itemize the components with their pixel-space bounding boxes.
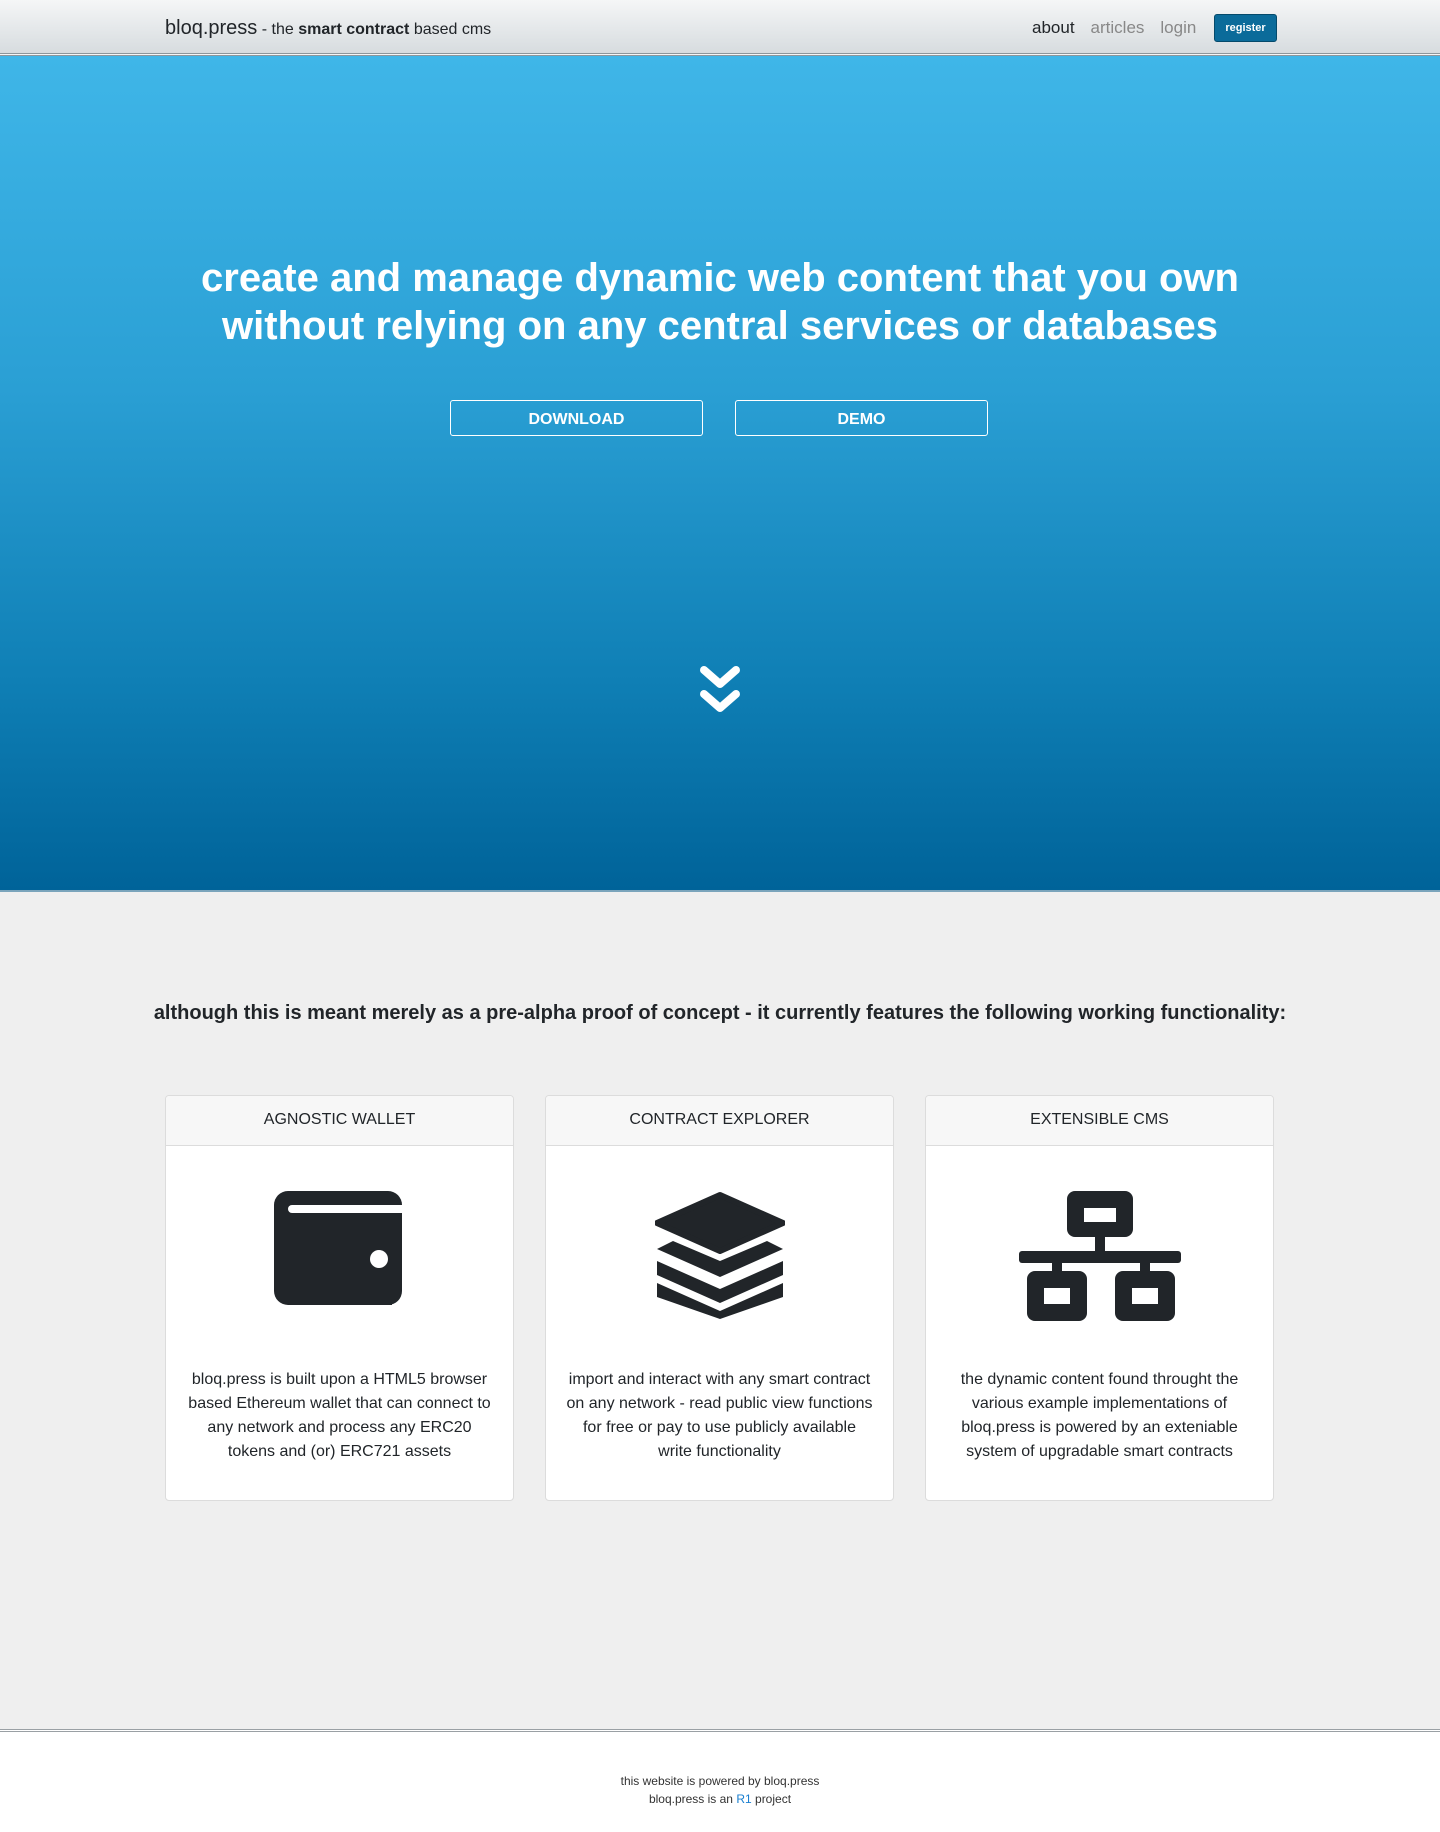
card-title: CONTRACT EXPLORER bbox=[546, 1096, 893, 1146]
feature-card-wallet: AGNOSTIC WALLET bloq.press is built upon… bbox=[165, 1095, 514, 1501]
register-button[interactable]: register bbox=[1214, 14, 1277, 42]
nav-links: about articles login register bbox=[1032, 14, 1277, 42]
footer-project-suffix: project bbox=[755, 1792, 792, 1806]
features-intro: although this is meant merely as a pre-a… bbox=[153, 1002, 1287, 1024]
hero-title: create and manage dynamic web content th… bbox=[180, 254, 1260, 350]
nav-link-articles[interactable]: articles bbox=[1091, 14, 1145, 42]
r1-link[interactable]: R1 bbox=[736, 1792, 751, 1806]
brand[interactable]: bloq.press - the smart contract based cm… bbox=[165, 17, 491, 40]
layers-icon bbox=[546, 1191, 893, 1331]
footer-project-prefix: bloq.press is an bbox=[648, 1792, 733, 1806]
brand-name: bloq.press bbox=[165, 17, 258, 39]
card-text: import and interact with any smart contr… bbox=[566, 1371, 873, 1460]
footer-powered-by: this website is powered by bloq.press bbox=[620, 1774, 820, 1788]
network-icon bbox=[926, 1191, 1273, 1331]
footer-project-line: bloq.press is an R1 project bbox=[0, 1792, 1440, 1806]
navbar: bloq.press - the smart contract based cm… bbox=[0, 0, 1440, 56]
card-title: EXTENSIBLE CMS bbox=[926, 1096, 1273, 1146]
card-text: bloq.press is built upon a HTML5 browser… bbox=[188, 1371, 491, 1460]
hero: create and manage dynamic web content th… bbox=[0, 56, 1440, 892]
nav-link-login[interactable]: login bbox=[1160, 14, 1196, 42]
wallet-icon bbox=[166, 1191, 513, 1331]
nav-link-about[interactable]: about bbox=[1032, 14, 1075, 42]
feature-card-contract-explorer: CONTRACT EXPLORER import and interact wi… bbox=[545, 1095, 894, 1501]
download-button[interactable]: DOWNLOAD bbox=[450, 400, 703, 436]
footer: this website is powered by bloq.press bl… bbox=[0, 1729, 1440, 1832]
brand-tagline-prefix: - the bbox=[261, 21, 294, 38]
demo-button[interactable]: DEMO bbox=[735, 400, 988, 436]
hero-title-line2: without relying on any central services … bbox=[222, 304, 1218, 348]
hero-title-line1: create and manage dynamic web content th… bbox=[201, 256, 1239, 300]
card-text: the dynamic content found throught the v… bbox=[960, 1371, 1239, 1460]
brand-tagline-strong: smart contract bbox=[298, 21, 410, 38]
double-chevron-down-icon[interactable] bbox=[698, 664, 742, 720]
brand-tagline-suffix: based cms bbox=[413, 21, 492, 38]
card-title: AGNOSTIC WALLET bbox=[166, 1096, 513, 1146]
feature-card-extensible-cms: EXTENSIBLE CMS the dynamic content found… bbox=[925, 1095, 1274, 1501]
brand-tagline: - the smart contract based cms bbox=[262, 21, 491, 38]
